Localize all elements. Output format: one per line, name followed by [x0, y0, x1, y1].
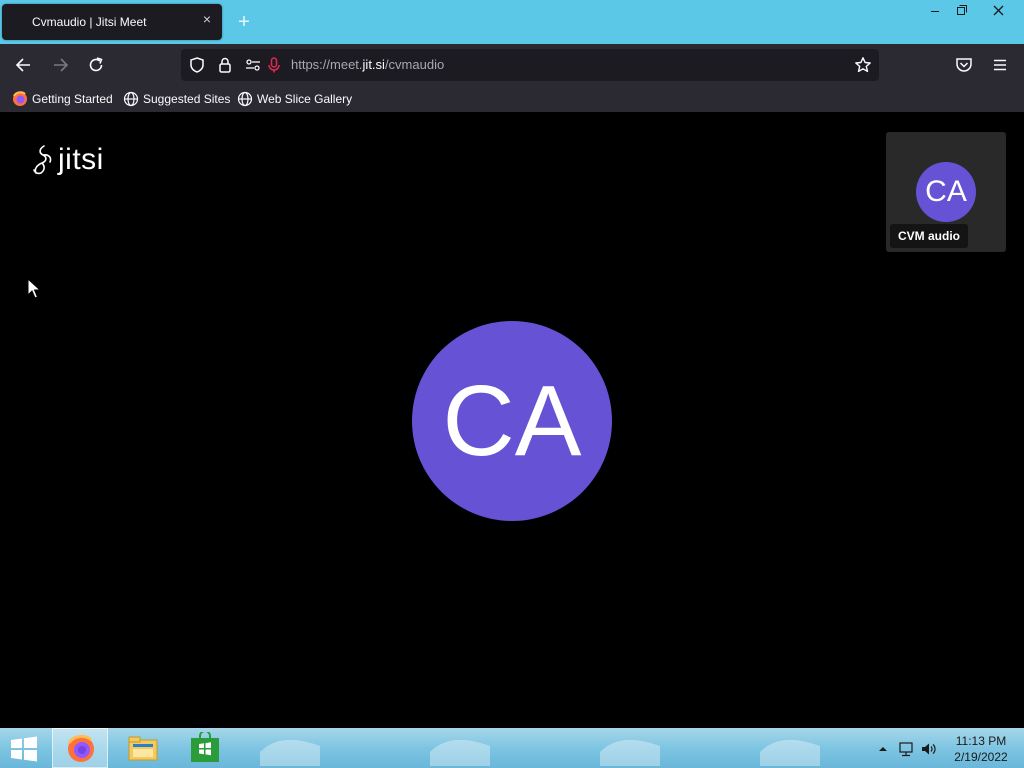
url-domain: jit.si	[362, 57, 385, 72]
shield-icon[interactable]	[188, 56, 206, 74]
taskbar-file-explorer[interactable]	[115, 728, 171, 768]
microphone-icon[interactable]	[265, 56, 283, 74]
show-hidden-icons-chevron-icon[interactable]	[874, 740, 892, 758]
browser-tab[interactable]: Cvmaudio | Jitsi Meet ×	[2, 4, 222, 40]
clock-time: 11:13 PM	[955, 734, 1007, 748]
firefox-icon	[67, 734, 94, 762]
back-arrow-icon[interactable]	[12, 54, 36, 76]
bookmarks-bar: Getting Started Suggested Sites Web Slic…	[0, 86, 1024, 112]
firefox-icon	[12, 91, 28, 107]
url-path: /cvmaudio	[384, 57, 445, 72]
taskbar-firefox[interactable]	[52, 728, 108, 768]
thumbnail-avatar: CA	[916, 162, 976, 222]
taskbar-decoration	[430, 739, 490, 766]
mouse-cursor-icon	[27, 277, 42, 300]
start-button-windows-icon[interactable]	[8, 734, 40, 764]
url-prefix: https://meet.	[291, 57, 363, 72]
clock-date: 2/19/2022	[954, 750, 1008, 764]
browser-title-bar: Cvmaudio | Jitsi Meet × +	[0, 0, 1024, 44]
jitsi-logo[interactable]: jitsi	[30, 142, 104, 178]
store-icon	[191, 732, 219, 762]
participant-thumbnail[interactable]: CA CVM audio	[886, 132, 1006, 252]
reload-icon[interactable]	[84, 54, 108, 76]
tab-title: Cvmaudio | Jitsi Meet	[32, 15, 147, 29]
menu-hamburger-icon[interactable]	[988, 54, 1012, 76]
taskbar-decoration	[260, 739, 320, 766]
system-clock[interactable]: 11:13 PM 2/19/2022	[948, 733, 1014, 765]
bookmark-star-icon[interactable]	[854, 56, 872, 74]
bookmark-label: Suggested Sites	[143, 92, 231, 106]
url-bar[interactable]: https://meet.jit.si/cvmaudio	[181, 49, 879, 81]
permissions-icon[interactable]	[244, 56, 262, 74]
bookmark-web-slice-gallery[interactable]: Web Slice Gallery	[237, 90, 352, 108]
taskbar-decoration	[760, 739, 820, 766]
new-tab-icon[interactable]: +	[234, 12, 254, 32]
meeting-stage: jitsi CA CVM audio CA	[0, 112, 1024, 728]
tab-close-icon[interactable]: ×	[200, 12, 214, 26]
participant-name-label: CVM audio	[890, 224, 968, 248]
url-text[interactable]: https://meet.jit.si/cvmaudio	[291, 57, 444, 72]
jitsi-logo-icon	[33, 145, 52, 175]
taskbar-decoration	[600, 739, 660, 766]
volume-icon[interactable]	[920, 740, 938, 758]
network-icon[interactable]	[897, 740, 915, 758]
windows-taskbar: 11:13 PM 2/19/2022	[0, 728, 1024, 768]
bookmark-getting-started[interactable]: Getting Started	[12, 90, 113, 108]
minimize-icon[interactable]	[920, 0, 950, 22]
bookmark-suggested-sites[interactable]: Suggested Sites	[123, 90, 230, 108]
restore-icon[interactable]	[947, 0, 977, 22]
file-explorer-icon	[128, 736, 158, 761]
bookmark-label: Web Slice Gallery	[257, 92, 353, 106]
lock-icon[interactable]	[216, 56, 234, 74]
forward-arrow-icon[interactable]	[48, 54, 72, 76]
globe-icon	[237, 91, 253, 107]
taskbar-store[interactable]	[177, 728, 233, 768]
browser-nav-bar: https://meet.jit.si/cvmaudio	[0, 44, 1024, 86]
bookmark-label: Getting Started	[32, 92, 113, 106]
jitsi-logo-text: jitsi	[58, 143, 104, 176]
pocket-icon[interactable]	[952, 54, 976, 76]
globe-icon	[123, 91, 139, 107]
close-window-icon[interactable]	[982, 0, 1016, 22]
dominant-speaker-avatar: CA	[412, 321, 612, 521]
